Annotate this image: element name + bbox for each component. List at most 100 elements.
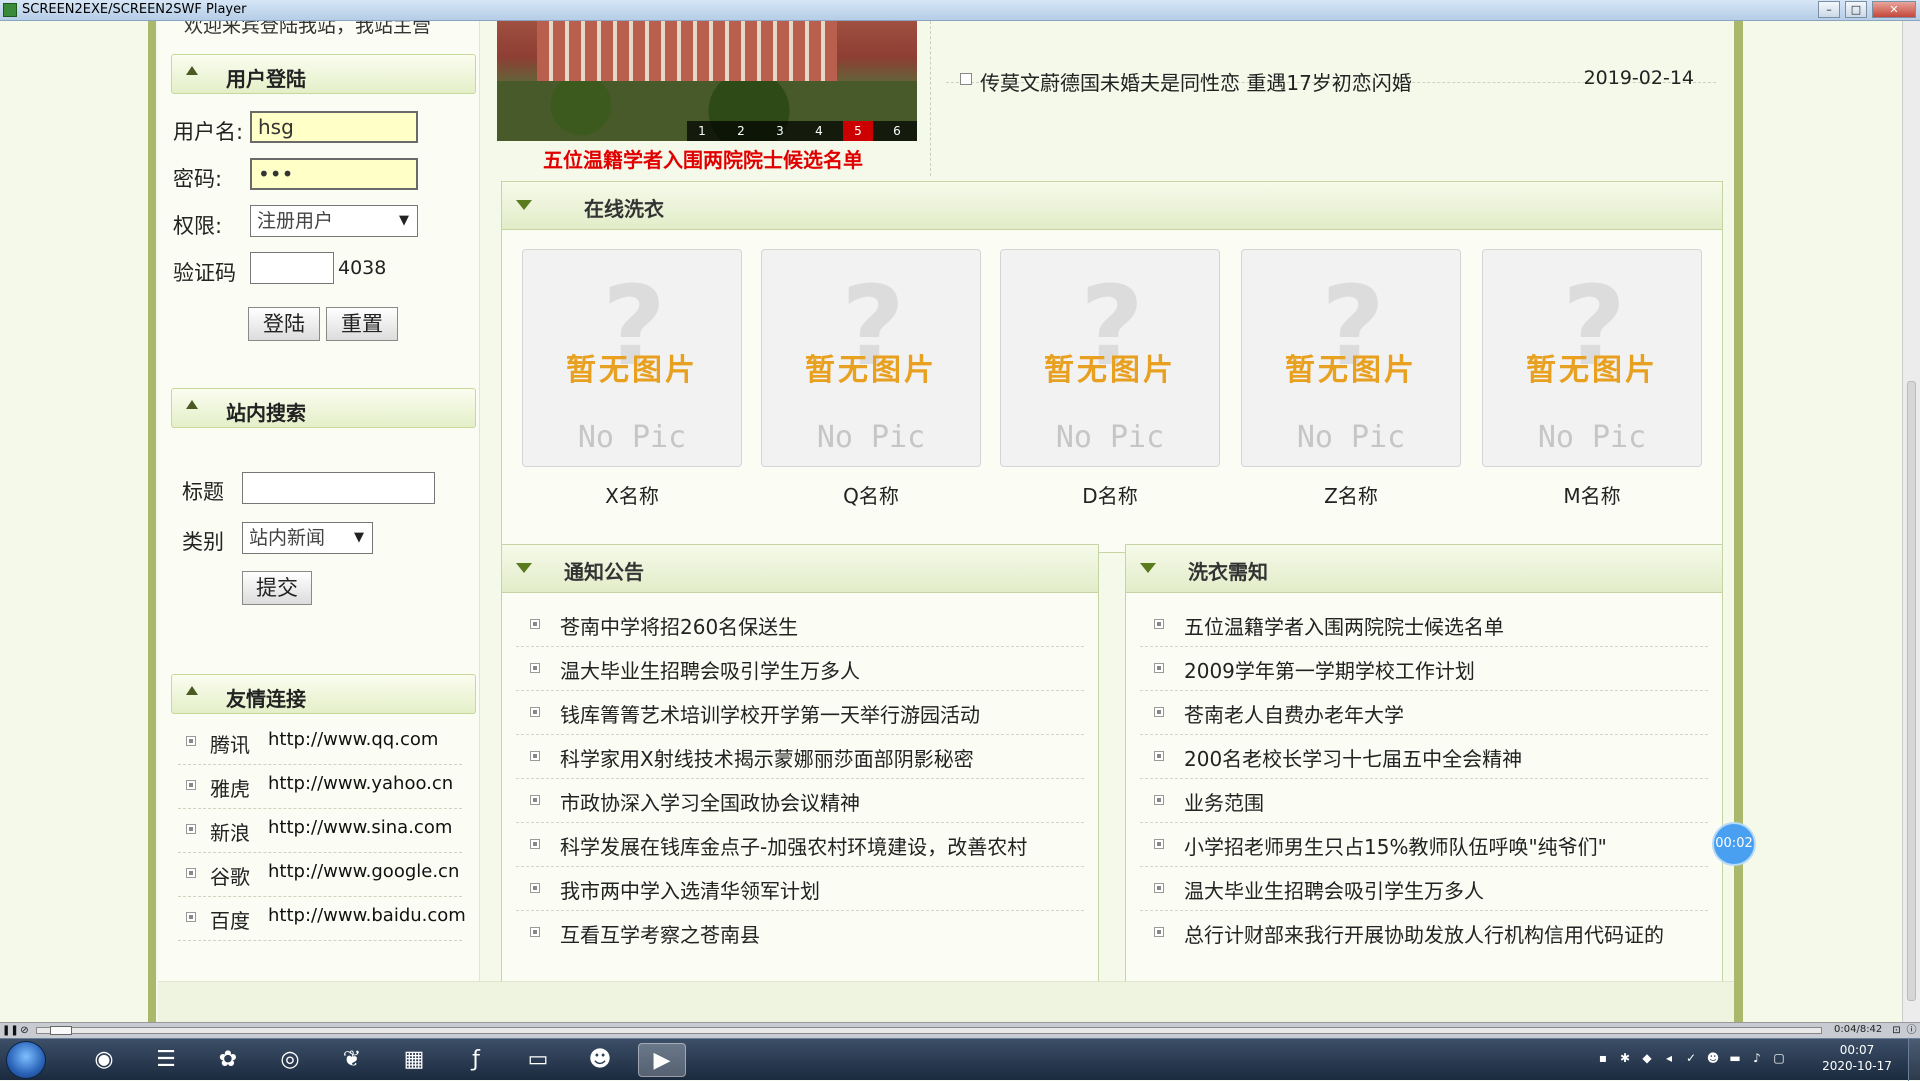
browser-icon[interactable]: ◎: [266, 1043, 314, 1077]
login-button[interactable]: 登陆: [248, 307, 320, 341]
start-button[interactable]: [6, 1041, 46, 1079]
notice-row[interactable]: 市政协深入学习全国政协会议精神: [516, 779, 1084, 823]
notice-row[interactable]: 钱库箐箐艺术培训学校开学第一天举行游园活动: [516, 691, 1084, 735]
note-title[interactable]: 五位温籍学者入围两院院士候选名单: [1184, 611, 1504, 640]
tray-qq-icon[interactable]: ☻: [1706, 1051, 1720, 1065]
scrollbar-thumb[interactable]: [1907, 381, 1916, 1001]
close-button[interactable]: ✕: [1872, 1, 1916, 18]
maximize-button[interactable]: □: [1845, 1, 1867, 18]
banner-page-6[interactable]: 6: [882, 121, 912, 141]
tray-check-icon[interactable]: ✓: [1684, 1051, 1698, 1065]
top-news-row[interactable]: 传莫文蔚德国未婚夫是同性恋 重遇17岁初恋闪婚 2019-02-14: [946, 43, 1716, 95]
minimize-button[interactable]: –: [1818, 1, 1840, 18]
link-row[interactable]: 谷歌 http://www.google.cn: [178, 853, 462, 897]
note-row[interactable]: 总行计财部来我行开展协助发放人行机构信用代码证的: [1140, 911, 1708, 955]
notice-title[interactable]: 我市两中学入选清华领军计划: [560, 875, 820, 904]
captcha-input[interactable]: [250, 252, 334, 284]
laundry-item-image[interactable]: ? 暂无图片 No Pic: [1241, 249, 1461, 467]
note-title[interactable]: 业务范围: [1184, 787, 1264, 816]
tray-battery-icon[interactable]: ▬: [1728, 1051, 1742, 1065]
laundry-item-image[interactable]: ? 暂无图片 No Pic: [522, 249, 742, 467]
note-row[interactable]: 2009学年第一学期学校工作计划: [1140, 647, 1708, 691]
laundry-item-name[interactable]: Z名称: [1241, 480, 1461, 509]
link-url[interactable]: http://www.google.cn: [268, 861, 459, 882]
note-title[interactable]: 小学招老师男生只占15%教师队伍呼唤"纯爷们": [1184, 831, 1607, 860]
banner-caption[interactable]: 五位温籍学者入围两院院士候选名单: [543, 144, 863, 173]
link-url[interactable]: http://www.yahoo.cn: [268, 773, 453, 794]
show-desktop-button[interactable]: [1908, 1039, 1920, 1081]
password-input[interactable]: •••: [250, 158, 418, 190]
note-row[interactable]: 小学招老师男生只占15%教师队伍呼唤"纯爷们": [1140, 823, 1708, 867]
tray-shield-icon[interactable]: ◆: [1640, 1051, 1654, 1065]
notice-title[interactable]: 互看互学考察之苍南县: [560, 919, 760, 948]
banner-page-4[interactable]: 4: [804, 121, 834, 141]
notice-title[interactable]: 苍南中学将招260名保送生: [560, 611, 798, 640]
banner-page-3[interactable]: 3: [765, 121, 795, 141]
search-submit-button[interactable]: 提交: [242, 571, 312, 605]
link-row[interactable]: 雅虎 http://www.yahoo.cn: [178, 765, 462, 809]
tray-network-icon[interactable]: ▪: [1596, 1051, 1610, 1065]
laundry-item-name[interactable]: D名称: [1000, 480, 1220, 509]
taskbar-clock[interactable]: 00:07 2020-10-17: [1820, 1042, 1894, 1074]
link-row[interactable]: 腾讯 http://www.qq.com: [178, 721, 462, 765]
notice-row[interactable]: 互看互学考察之苍南县: [516, 911, 1084, 955]
vertical-scrollbar[interactable]: [1902, 21, 1920, 1022]
laundry-item-name[interactable]: Q名称: [761, 480, 981, 509]
top-news-title[interactable]: 传莫文蔚德国未婚夫是同性恋 重遇17岁初恋闪婚: [980, 67, 1412, 96]
note-row[interactable]: 苍南老人自费办老年大学: [1140, 691, 1708, 735]
seek-knob[interactable]: [50, 1026, 72, 1035]
screen-player-icon[interactable]: ▶: [638, 1043, 686, 1077]
laundry-item-image[interactable]: ? 暂无图片 No Pic: [761, 249, 981, 467]
search-category-select[interactable]: 站内新闻 ▼: [242, 522, 373, 554]
note-title[interactable]: 2009学年第一学期学校工作计划: [1184, 655, 1475, 684]
tray-monitor-icon[interactable]: ▢: [1772, 1051, 1786, 1065]
folder-icon[interactable]: ▭: [514, 1043, 562, 1077]
laundry-item-image[interactable]: ? 暂无图片 No Pic: [1000, 249, 1220, 467]
note-title[interactable]: 温大毕业生招聘会吸引学生万多人: [1184, 875, 1484, 904]
pause-icon[interactable]: ❚❚: [2, 1024, 19, 1037]
note-row[interactable]: 五位温籍学者入围两院院士候选名单: [1140, 603, 1708, 647]
note-title[interactable]: 200名老校长学习十七届五中全会精神: [1184, 743, 1522, 772]
news-banner-image[interactable]: 1 2 3 4 5 6: [497, 21, 917, 141]
role-select[interactable]: 注册用户 ▼: [250, 205, 418, 237]
link-row[interactable]: 新浪 http://www.sina.com: [178, 809, 462, 853]
flash-icon[interactable]: ƒ: [452, 1043, 500, 1077]
tray-app-icon[interactable]: ✱: [1618, 1051, 1632, 1065]
note-title[interactable]: 总行计财部来我行开展协助发放人行机构信用代码证的: [1184, 919, 1664, 948]
notice-row[interactable]: 我市两中学入选清华领军计划: [516, 867, 1084, 911]
banner-page-2[interactable]: 2: [726, 121, 756, 141]
laundry-item-image[interactable]: ? 暂无图片 No Pic: [1482, 249, 1702, 467]
link-url[interactable]: http://www.qq.com: [268, 729, 438, 750]
notice-row[interactable]: 苍南中学将招260名保送生: [516, 603, 1084, 647]
note-row[interactable]: 200名老校长学习十七届五中全会精神: [1140, 735, 1708, 779]
qq-icon[interactable]: ☻: [576, 1043, 624, 1077]
note-row[interactable]: 业务范围: [1140, 779, 1708, 823]
notice-title[interactable]: 市政协深入学习全国政协会议精神: [560, 787, 860, 816]
link-url[interactable]: http://www.sina.com: [268, 817, 452, 838]
laundry-item-name[interactable]: M名称: [1482, 480, 1702, 509]
note-title[interactable]: 苍南老人自费办老年大学: [1184, 699, 1404, 728]
notice-row[interactable]: 科学家用X射线技术揭示蒙娜丽莎面部阴影秘密: [516, 735, 1084, 779]
notice-title[interactable]: 科学发展在钱库金点子-加强农村环境建设，改善农村: [560, 831, 1027, 860]
seek-track[interactable]: [36, 1027, 1822, 1034]
tray-arrow-icon[interactable]: ◂: [1662, 1051, 1676, 1065]
stop-icon[interactable]: ⊘: [18, 1024, 31, 1037]
notice-title[interactable]: 温大毕业生招聘会吸引学生万多人: [560, 655, 860, 684]
link-row[interactable]: 百度 http://www.baidu.com: [178, 897, 466, 941]
laundry-item-name[interactable]: X名称: [522, 480, 742, 509]
app-icon[interactable]: ✿: [204, 1043, 252, 1077]
notice-title[interactable]: 科学家用X射线技术揭示蒙娜丽莎面部阴影秘密: [560, 743, 974, 772]
fullscreen-icon[interactable]: ⊡: [1890, 1024, 1903, 1037]
notice-row[interactable]: 科学发展在钱库金点子-加强农村环境建设，改善农村: [516, 823, 1084, 867]
chrome-icon[interactable]: ◉: [80, 1043, 128, 1077]
recording-timer-badge[interactable]: 00:02: [1712, 822, 1756, 866]
banner-page-5-active[interactable]: 5: [843, 121, 873, 141]
link-url[interactable]: http://www.baidu.com: [268, 905, 466, 926]
info-icon[interactable]: ⓘ: [1905, 1024, 1918, 1037]
terminal-icon[interactable]: ☰: [142, 1043, 190, 1077]
banner-page-1[interactable]: 1: [687, 121, 717, 141]
search-title-input[interactable]: [242, 472, 435, 504]
note-row[interactable]: 温大毕业生招聘会吸引学生万多人: [1140, 867, 1708, 911]
leaf-icon[interactable]: ❦: [328, 1043, 376, 1077]
tray-volume-icon[interactable]: ♪: [1750, 1051, 1764, 1065]
